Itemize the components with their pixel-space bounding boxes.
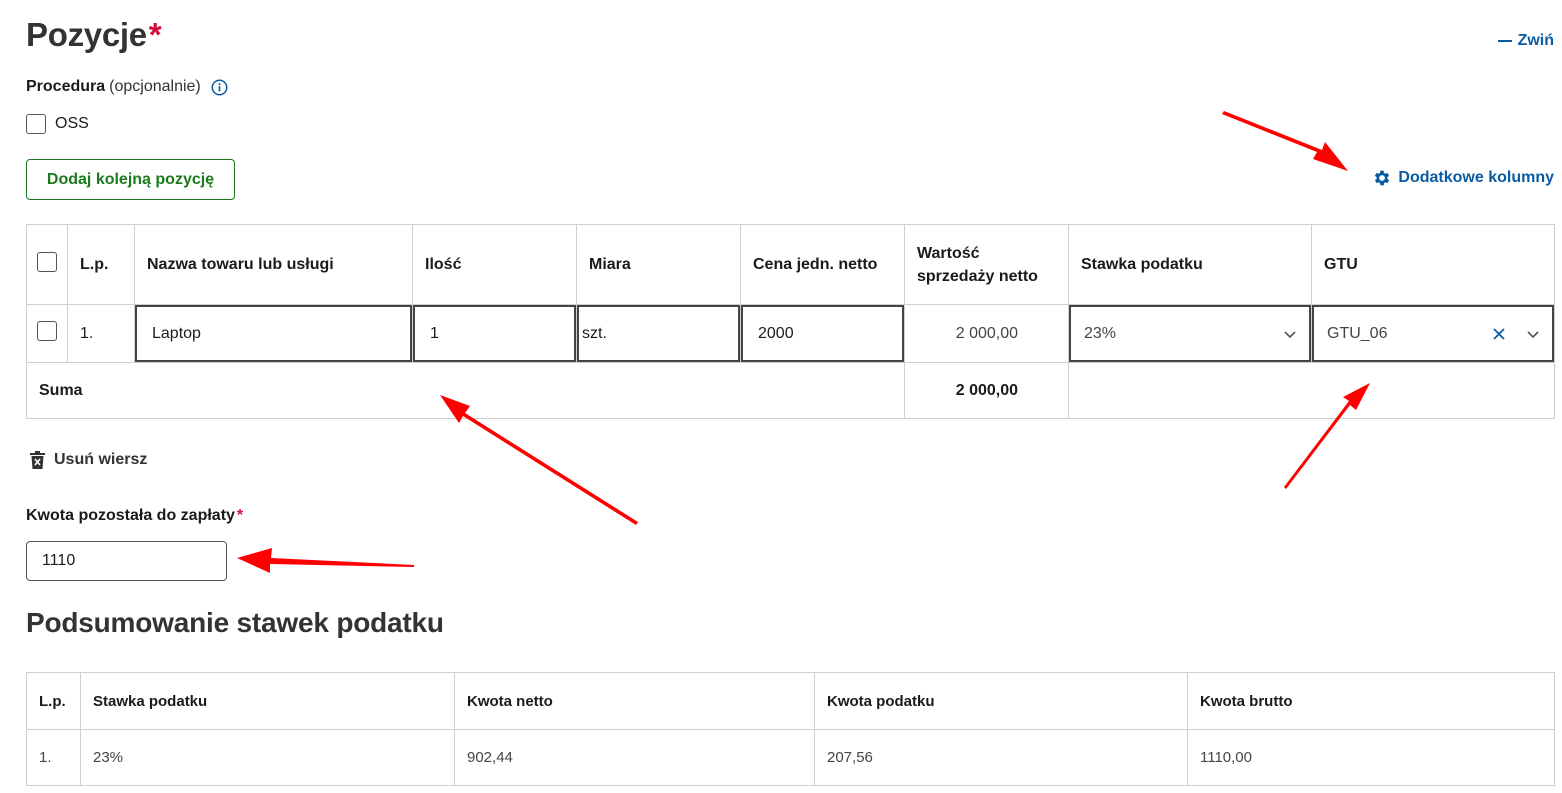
table-row: 1. Laptop 1 szt. 2000 2 000,00 23% GTU_0…: [26, 304, 1555, 363]
section-title: Pozycje*: [26, 16, 162, 54]
row-rate: 23%: [80, 729, 455, 786]
section-title-text: Pozycje: [26, 16, 147, 53]
unit-input[interactable]: szt.: [577, 305, 740, 362]
header-gtu: GTU: [1311, 224, 1555, 305]
header-lp: L.p.: [26, 672, 81, 730]
chevron-down-icon: [1284, 330, 1296, 338]
sum-empty-cell: [1068, 362, 1555, 419]
gear-icon: [1375, 170, 1390, 186]
select-all-cell: [26, 224, 68, 305]
required-mark: *: [148, 16, 162, 53]
remaining-label-text: Kwota pozostała do zapłaty: [26, 507, 235, 524]
positions-table: L.p. Nazwa towaru lub usługi Ilość Miara…: [26, 224, 1555, 419]
delete-row-label: Usuń wiersz: [54, 451, 148, 468]
vat-select[interactable]: 23%: [1069, 305, 1311, 362]
extra-columns-label: Dodatkowe kolumny: [1398, 169, 1554, 186]
required-mark: *: [236, 507, 244, 524]
extra-columns-link[interactable]: Dodatkowe kolumny: [1372, 168, 1554, 188]
gtu-cell: GTU_06: [1311, 304, 1555, 363]
header-price: Cena jedn. netto: [740, 224, 905, 305]
annotation-arrow: [237, 548, 414, 573]
name-input[interactable]: Laptop: [135, 305, 412, 362]
row-net: 902,44: [454, 729, 815, 786]
tax-summary-title: Podsumowanie stawek podatku: [26, 607, 444, 638]
qty-cell: 1: [412, 304, 577, 363]
header-tax: Kwota podatku: [814, 672, 1188, 730]
collapse-link[interactable]: Zwiń: [1497, 32, 1554, 50]
row-gross: 1110,00: [1187, 729, 1555, 786]
unit-cell: szt.: [576, 304, 741, 363]
header-name: Nazwa towaru lub usługi: [134, 224, 413, 305]
trash-icon: [30, 451, 45, 469]
sum-row: Suma 2 000,00: [26, 362, 1555, 419]
positions-header-row: L.p. Nazwa towaru lub usługi Ilość Miara…: [26, 224, 1555, 305]
header-gross: Kwota brutto: [1187, 672, 1555, 730]
oss-label: OSS: [55, 115, 89, 132]
row-lp: 1.: [26, 729, 81, 786]
vat-select-value: 23%: [1084, 324, 1117, 342]
row-select-cell: [26, 304, 68, 363]
tax-summary-table: L.p. Stawka podatku Kwota netto Kwota po…: [26, 672, 1555, 786]
chevron-down-icon[interactable]: [1526, 327, 1540, 341]
table-row: 1. 23% 902,44 207,56 1110,00: [26, 729, 1555, 786]
value-cell: 2 000,00: [904, 304, 1069, 363]
select-all-checkbox[interactable]: [37, 252, 57, 272]
row-checkbox[interactable]: [37, 321, 57, 341]
clear-x-icon[interactable]: [1492, 327, 1506, 341]
header-unit: Miara: [576, 224, 741, 305]
sum-value: 2 000,00: [904, 362, 1069, 419]
procedure-optional: (opcjonalnie): [109, 78, 201, 95]
minus-icon: [1497, 40, 1512, 42]
procedure-label-text: Procedura: [26, 78, 106, 95]
price-input[interactable]: 2000: [741, 305, 904, 362]
tax-summary-header-row: L.p. Stawka podatku Kwota netto Kwota po…: [26, 672, 1555, 730]
oss-checkbox[interactable]: [26, 114, 46, 134]
name-cell: Laptop: [134, 304, 413, 363]
gtu-select-value: GTU_06: [1327, 324, 1388, 342]
qty-input[interactable]: 1: [413, 305, 576, 362]
header-value: Wartość sprzedaży netto: [904, 224, 1069, 305]
oss-checkbox-row[interactable]: OSS: [26, 114, 89, 134]
delete-row-button[interactable]: Usuń wiersz: [30, 451, 147, 469]
header-qty: Ilość: [412, 224, 577, 305]
collapse-label: Zwiń: [1517, 32, 1554, 49]
info-icon[interactable]: [211, 79, 228, 96]
remaining-amount-input[interactable]: 1110: [26, 541, 227, 581]
price-cell: 2000: [740, 304, 905, 363]
header-lp: L.p.: [67, 224, 135, 305]
row-lp: 1.: [67, 304, 135, 363]
sum-label: Suma: [26, 362, 905, 419]
row-tax: 207,56: [814, 729, 1188, 786]
add-position-button[interactable]: Dodaj kolejną pozycję: [26, 159, 235, 200]
header-vat: Stawka podatku: [1068, 224, 1312, 305]
procedure-label: Procedura (opcjonalnie): [26, 78, 228, 96]
gtu-select[interactable]: GTU_06: [1312, 305, 1554, 362]
annotation-arrow: [1222, 111, 1348, 171]
header-rate: Stawka podatku: [80, 672, 455, 730]
vat-cell: 23%: [1068, 304, 1312, 363]
remaining-label: Kwota pozostała do zapłaty *: [26, 507, 243, 525]
header-net: Kwota netto: [454, 672, 815, 730]
